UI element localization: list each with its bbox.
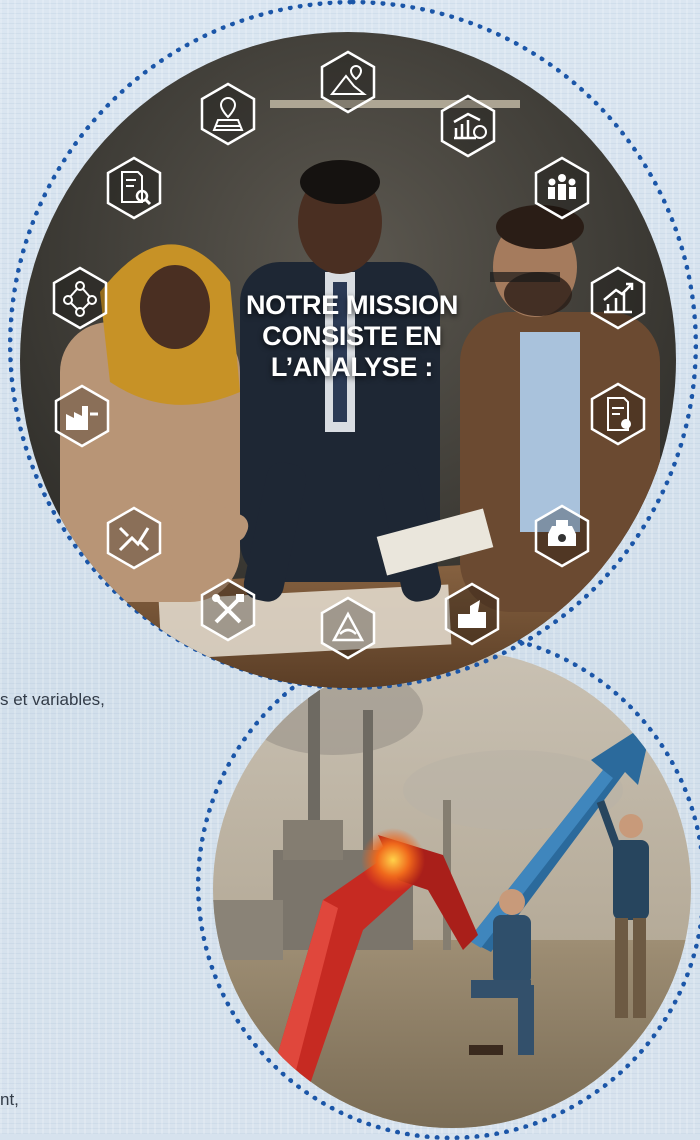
- document-gear-icon: [586, 382, 650, 446]
- factory-energy-icon: [50, 384, 114, 448]
- growth-chart-icon: [586, 266, 650, 330]
- network-flow-icon: [48, 266, 112, 330]
- water-treatment-icon: [316, 596, 380, 660]
- document-search-icon: [102, 156, 166, 220]
- mission-title-line-1: NOTRE MISSION: [245, 290, 459, 320]
- tools-icon: [196, 578, 260, 642]
- mission-title-line-2: CONSISTE EN: [262, 321, 442, 351]
- industrial-machine-icon: [530, 504, 594, 568]
- trend-cross-icon: [102, 506, 166, 570]
- team-people-icon: [530, 156, 594, 220]
- map-route-icon: [316, 50, 380, 114]
- body-text-fragment-2: nt,: [0, 1090, 19, 1109]
- chart-finance-icon: [436, 94, 500, 158]
- growth-illustration: [213, 650, 691, 1128]
- land-terrain-icon: [440, 582, 504, 646]
- location-plan-icon: [196, 82, 260, 146]
- mission-title-line-3: L’ANALYSE :: [270, 352, 434, 382]
- body-text-fragment-1: s et variables,: [0, 690, 105, 709]
- mission-title: NOTRE MISSION CONSISTE EN L’ANALYSE :: [222, 290, 482, 383]
